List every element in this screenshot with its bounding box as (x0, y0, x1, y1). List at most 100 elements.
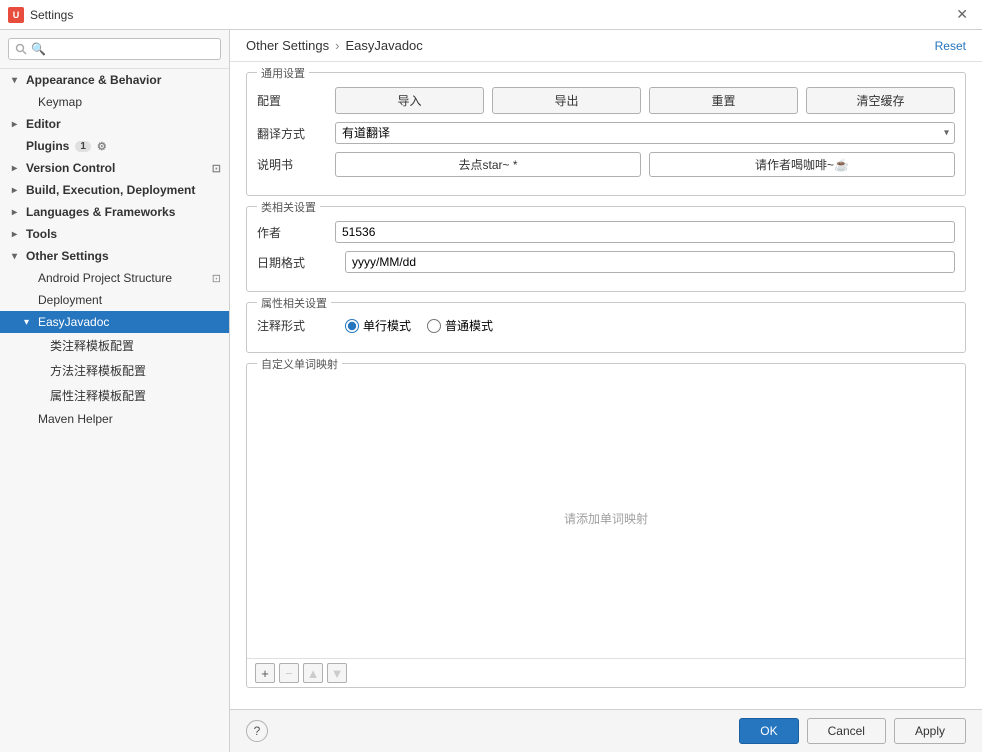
translation-select-wrapper: 有道翻译 ▾ (335, 122, 955, 144)
sidebar-item-label: Plugins (26, 139, 69, 153)
normal-radio-label[interactable]: 普通模式 (427, 317, 493, 334)
sidebar-item-other-settings[interactable]: ▾ Other Settings (0, 245, 229, 267)
content-area: Other Settings › EasyJavadoc Reset 通用设置 … (230, 30, 982, 752)
config-btn-group: 导入 导出 重置 清空缓存 (335, 87, 955, 114)
general-section-inner: 配置 导入 导出 重置 清空缓存 翻译方式 有道翻译 (247, 73, 965, 195)
single-line-radio[interactable] (345, 319, 359, 333)
doc-label: 说明书 (257, 156, 327, 173)
mapping-inner: 请添加单词映射 + − ▲ ▼ (247, 364, 965, 687)
field-settings-section: 属性相关设置 注释形式 单行模式 普通模式 (246, 302, 966, 353)
field-section-title: 属性相关设置 (257, 295, 331, 311)
breadcrumb-current: EasyJavadoc (345, 38, 422, 53)
sidebar-item-plugins[interactable]: Plugins 1 ⚙ (0, 135, 229, 157)
sidebar-item-keymap[interactable]: Keymap (0, 91, 229, 113)
reset-button[interactable]: 重置 (649, 87, 798, 114)
author-input[interactable] (335, 221, 955, 243)
arrow-icon: ▾ (12, 75, 22, 86)
mapping-toolbar: + − ▲ ▼ (247, 658, 965, 687)
class-section-title: 类相关设置 (257, 199, 320, 215)
author-label: 作者 (257, 224, 327, 241)
move-up-button[interactable]: ▲ (303, 663, 323, 683)
arrow-icon: ▸ (12, 119, 22, 130)
sidebar-item-label: EasyJavadoc (38, 315, 109, 329)
mapping-section-title: 自定义单词映射 (257, 356, 342, 372)
doc-btn-group: 去点star~ * 请作者喝咖啡~☕ (335, 152, 955, 177)
sidebar-item-tools[interactable]: ▸ Tools (0, 223, 229, 245)
vcs-icon: ⊡ (212, 162, 221, 175)
title-bar: U Settings ✕ (0, 0, 982, 30)
apply-button[interactable]: Apply (894, 718, 966, 744)
date-format-label: 日期格式 (257, 254, 337, 271)
sidebar: ▾ Appearance & Behavior Keymap ▸ Editor … (0, 30, 230, 752)
ok-button[interactable]: OK (739, 718, 798, 744)
breadcrumb-parent: Other Settings (246, 38, 329, 53)
normal-label: 普通模式 (445, 317, 493, 334)
clear-cache-button[interactable]: 清空缓存 (806, 87, 955, 114)
single-line-radio-label[interactable]: 单行模式 (345, 317, 411, 334)
sidebar-item-easyjavadoc[interactable]: ▾ EasyJavadoc (0, 311, 229, 333)
sidebar-item-label: Tools (26, 227, 57, 241)
sidebar-item-android[interactable]: Android Project Structure ⊡ (0, 267, 229, 289)
arrow-icon: ▸ (12, 207, 22, 218)
sidebar-item-build[interactable]: ▸ Build, Execution, Deployment (0, 179, 229, 201)
sidebar-item-label: Maven Helper (38, 412, 113, 426)
general-section-title: 通用设置 (257, 65, 309, 81)
breadcrumb: Other Settings › EasyJavadoc (246, 38, 423, 53)
sidebar-item-maven-helper[interactable]: Maven Helper (0, 408, 229, 430)
sidebar-item-label: Keymap (38, 95, 82, 109)
reset-link[interactable]: Reset (935, 39, 966, 53)
search-input[interactable] (8, 38, 221, 60)
date-format-input[interactable] (345, 251, 955, 273)
sidebar-item-appearance[interactable]: ▾ Appearance & Behavior (0, 69, 229, 91)
sidebar-item-field-template[interactable]: 属性注释模板配置 (0, 383, 229, 408)
star-button[interactable]: 去点star~ * (335, 152, 641, 177)
settings-body: 通用设置 配置 导入 导出 重置 清空缓存 翻译方式 (230, 62, 982, 709)
sidebar-item-method-template[interactable]: 方法注释模板配置 (0, 358, 229, 383)
normal-radio[interactable] (427, 319, 441, 333)
config-row: 配置 导入 导出 重置 清空缓存 (257, 87, 955, 114)
arrow-icon: ▸ (12, 185, 22, 196)
comment-style-label: 注释形式 (257, 317, 337, 334)
settings-icon: ⊡ (212, 272, 221, 285)
title-bar-title: Settings (30, 8, 950, 22)
sidebar-item-class-template[interactable]: 类注释模板配置 (0, 333, 229, 358)
cancel-button[interactable]: Cancel (807, 718, 886, 744)
arrow-icon: ▸ (12, 163, 22, 174)
export-button[interactable]: 导出 (492, 87, 641, 114)
class-section-inner: 作者 日期格式 (247, 207, 965, 291)
remove-mapping-button[interactable]: − (279, 663, 299, 683)
plugin-badge: 1 (75, 141, 91, 152)
move-down-button[interactable]: ▼ (327, 663, 347, 683)
sidebar-item-label: Languages & Frameworks (26, 205, 175, 219)
sidebar-item-deployment[interactable]: Deployment (0, 289, 229, 311)
sidebar-item-label: Android Project Structure (38, 271, 172, 285)
help-button[interactable]: ? (246, 720, 268, 742)
sidebar-item-label: 属性注释模板配置 (50, 387, 146, 404)
translation-select[interactable]: 有道翻译 (335, 122, 955, 144)
gear-icon: ⚙ (97, 140, 107, 153)
close-button[interactable]: ✕ (950, 4, 974, 25)
sidebar-item-label: 类注释模板配置 (50, 337, 134, 354)
import-button[interactable]: 导入 (335, 87, 484, 114)
sidebar-item-label: 方法注释模板配置 (50, 362, 146, 379)
mapping-placeholder: 请添加单词映射 (247, 378, 965, 658)
sidebar-item-label: Deployment (38, 293, 102, 307)
main-layout: ▾ Appearance & Behavior Keymap ▸ Editor … (0, 30, 982, 752)
sidebar-item-languages[interactable]: ▸ Languages & Frameworks (0, 201, 229, 223)
sidebar-item-label: Build, Execution, Deployment (26, 183, 195, 197)
config-label: 配置 (257, 92, 327, 109)
sidebar-item-editor[interactable]: ▸ Editor (0, 113, 229, 135)
add-mapping-button[interactable]: + (255, 663, 275, 683)
single-line-label: 单行模式 (363, 317, 411, 334)
sidebar-item-version-control[interactable]: ▸ Version Control ⊡ (0, 157, 229, 179)
sidebar-search-container (0, 30, 229, 69)
coffee-button[interactable]: 请作者喝咖啡~☕ (649, 152, 955, 177)
field-section-inner: 注释形式 单行模式 普通模式 (247, 303, 965, 352)
arrow-icon: ▾ (12, 251, 22, 262)
arrow-icon: ▾ (24, 317, 34, 328)
general-settings-section: 通用设置 配置 导入 导出 重置 清空缓存 翻译方式 (246, 72, 966, 196)
sidebar-item-label: Appearance & Behavior (26, 73, 161, 87)
translation-label: 翻译方式 (257, 125, 327, 142)
translation-row: 翻译方式 有道翻译 ▾ (257, 122, 955, 144)
comment-style-row: 注释形式 单行模式 普通模式 (257, 317, 955, 334)
